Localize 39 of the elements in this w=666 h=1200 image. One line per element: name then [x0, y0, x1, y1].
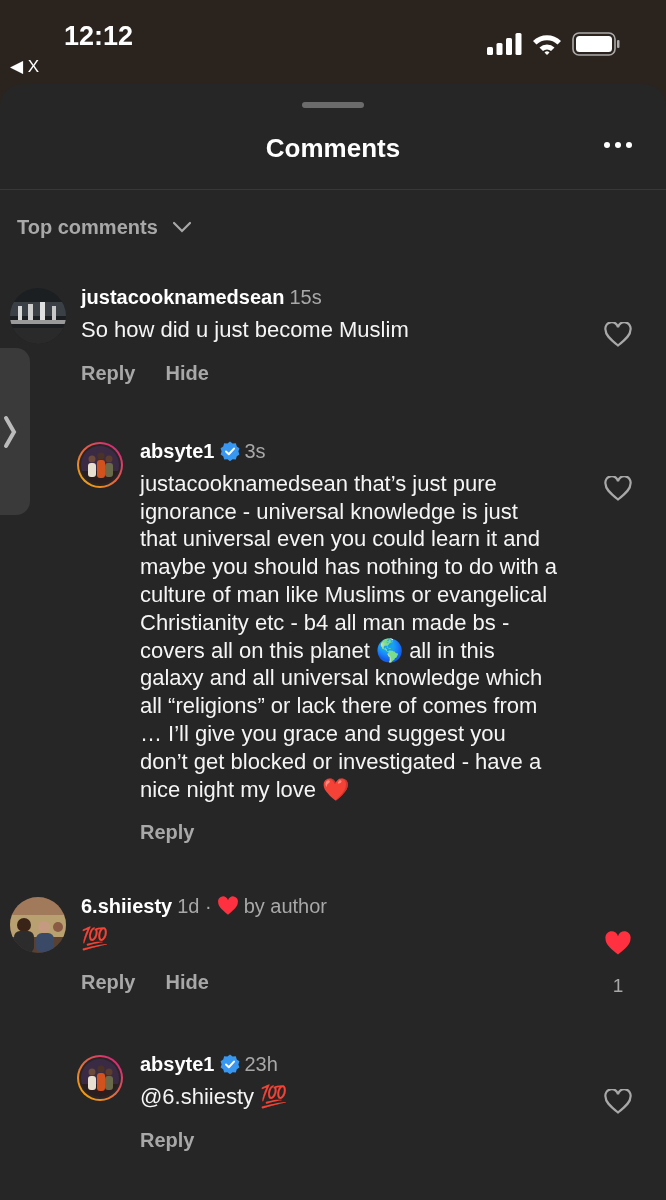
more-options-button[interactable]	[604, 142, 632, 148]
chevron-right-icon	[3, 414, 17, 449]
heart-icon[interactable]	[604, 1088, 632, 1114]
liked-by-author-label: by author	[243, 894, 328, 920]
username[interactable]: absyte1	[140, 1050, 215, 1077]
drag-handle[interactable]	[302, 102, 364, 108]
clock: 12:12	[64, 20, 134, 53]
username[interactable]: justacooknamedsean	[81, 284, 285, 310]
heart-icon[interactable]	[604, 931, 632, 957]
hide-button[interactable]: Hide	[165, 967, 209, 998]
wifi-icon	[532, 33, 562, 55]
verified-badge-icon	[219, 440, 240, 461]
reply-button[interactable]: Reply	[140, 1124, 195, 1155]
comment-text: 💯	[81, 925, 109, 954]
timestamp: 23h	[244, 1051, 278, 1077]
timestamp: 15s	[289, 285, 322, 310]
reply-button[interactable]: Reply	[81, 357, 136, 388]
heart-icon[interactable]	[604, 322, 632, 347]
battery-icon	[572, 32, 620, 56]
signal-icon	[487, 33, 522, 55]
hide-button[interactable]: Hide	[165, 357, 209, 388]
heart-icon[interactable]	[604, 475, 632, 501]
timestamp: 1d ·	[177, 894, 212, 920]
heart-icon	[216, 896, 239, 917]
reply-button[interactable]: Reply	[81, 967, 136, 998]
comment-text: justacooknamedsean that’s just pure ignorance - universal knowledge is just that universal even you could learn it and maybe you should has nothing to do with a culture of man like Muslims or evangelical Christianity etc - b4 all man made bs - covers all on this planet 🌎 all in this galaxy and all universal knowledge which all “religions” or lack there of comes from … I’ll give you grace and suggest you don’t get blocked or investigated - have a nice night my love ❤	[140, 469, 558, 804]
back-link[interactable]: ◀ X	[10, 54, 40, 80]
comment-text: @6.shiiesty 💯	[140, 1082, 289, 1111]
username[interactable]: 6.shiiesty	[81, 893, 173, 920]
comment-text: So how did u just become Muslim	[81, 316, 410, 344]
verified-badge-icon	[219, 1053, 240, 1074]
chevron-down-icon	[171, 221, 192, 233]
timestamp: 3s	[244, 438, 266, 464]
like-count: 1	[612, 974, 624, 999]
reply-button[interactable]: Reply	[140, 817, 195, 848]
sheet-title: Comments	[265, 132, 401, 165]
side-tab[interactable]	[0, 348, 30, 515]
sort-dropdown[interactable]: Top comments	[17, 212, 192, 242]
username[interactable]: absyte1	[140, 437, 215, 464]
